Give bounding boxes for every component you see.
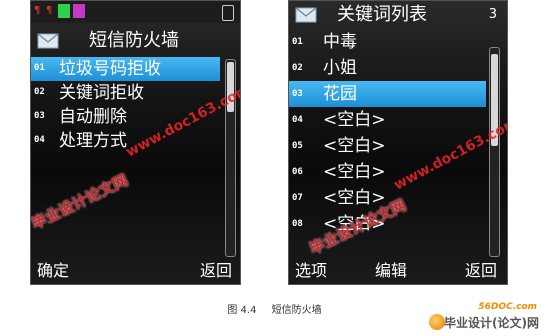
figure-title: 短信防火墙 [271, 305, 322, 316]
menu-item-label: 处理方式 [59, 131, 127, 151]
menu-item[interactable]: 01 垃圾号码拒收 [31, 57, 220, 81]
item-number: 02 [292, 63, 303, 73]
item-number: 04 [34, 135, 45, 145]
scrollbar[interactable] [489, 47, 500, 257]
menu-item-label: 自动删除 [59, 107, 127, 127]
list-item[interactable]: 03 花园 [289, 81, 486, 107]
battery-icon [222, 5, 234, 21]
item-number: 02 [34, 87, 45, 97]
item-count: 3 [488, 7, 497, 22]
item-number: 03 [292, 89, 303, 99]
right-phone-screen: 关键词列表 3 01 中毒 02 小姐 03 花园 04 <空白> 05 <空白… [288, 0, 508, 285]
list-item-label: 中毒 [323, 32, 357, 52]
list-item-label: <空白> [323, 110, 386, 130]
mail-icon [37, 33, 59, 49]
back-button[interactable]: 返回 [465, 260, 497, 282]
item-number: 04 [292, 115, 303, 125]
item-number: 08 [292, 219, 303, 229]
logo-site: 56DOC.com [478, 302, 537, 312]
softkey-bar: 确定 返回 [31, 258, 240, 284]
list-item-label: 花园 [323, 84, 357, 104]
left-phone-screen: ¶ ¶ 短信防火墙 01 垃圾号码拒收 02 关键词拒收 03 自动删除 04 … [30, 0, 241, 285]
item-number: 07 [292, 193, 303, 203]
item-number: 03 [34, 111, 45, 121]
screen-title: 关键词列表 [337, 4, 427, 25]
item-number: 05 [292, 141, 303, 151]
app-icon [73, 4, 85, 18]
list-item[interactable]: 01 中毒 [289, 29, 507, 55]
list-item[interactable]: 04 <空白> [289, 107, 507, 133]
screen-title: 短信防火墙 [89, 30, 179, 51]
message-icon [58, 4, 70, 18]
back-button[interactable]: 返回 [200, 260, 232, 282]
item-number: 06 [292, 167, 303, 177]
status-bar: ¶ ¶ [31, 1, 240, 23]
mail-icon [295, 7, 317, 23]
signal-icon: ¶ [46, 5, 53, 16]
menu-item-label: 垃圾号码拒收 [59, 59, 161, 79]
signal-icon: ¶ [34, 5, 41, 16]
menu-item-label: 关键词拒收 [59, 83, 144, 103]
watermark-brand: 毕业设计论文网 [30, 170, 131, 234]
logo-brand: 毕业设计(论文)网 [444, 316, 539, 330]
screen-header: 关键词列表 3 [289, 2, 507, 28]
edit-button[interactable]: 编辑 [375, 260, 407, 282]
options-button[interactable]: 选项 [295, 260, 327, 282]
screen-header: 短信防火墙 [31, 28, 240, 54]
footer-logo: 56DOC.com 毕业设计(论文)网 [429, 302, 541, 332]
confirm-button[interactable]: 确定 [37, 260, 69, 282]
item-number: 01 [34, 63, 45, 73]
item-number: 01 [292, 37, 303, 47]
list-item-label: 小姐 [323, 58, 357, 78]
logo-disc-icon [429, 314, 445, 330]
list-item-label: <空白> [323, 162, 386, 182]
list-item[interactable]: 02 小姐 [289, 55, 507, 81]
softkey-bar: 选项 编辑 返回 [289, 258, 507, 284]
list-item-label: <空白> [323, 136, 386, 156]
figure-number: 图 4.4 [227, 305, 257, 316]
